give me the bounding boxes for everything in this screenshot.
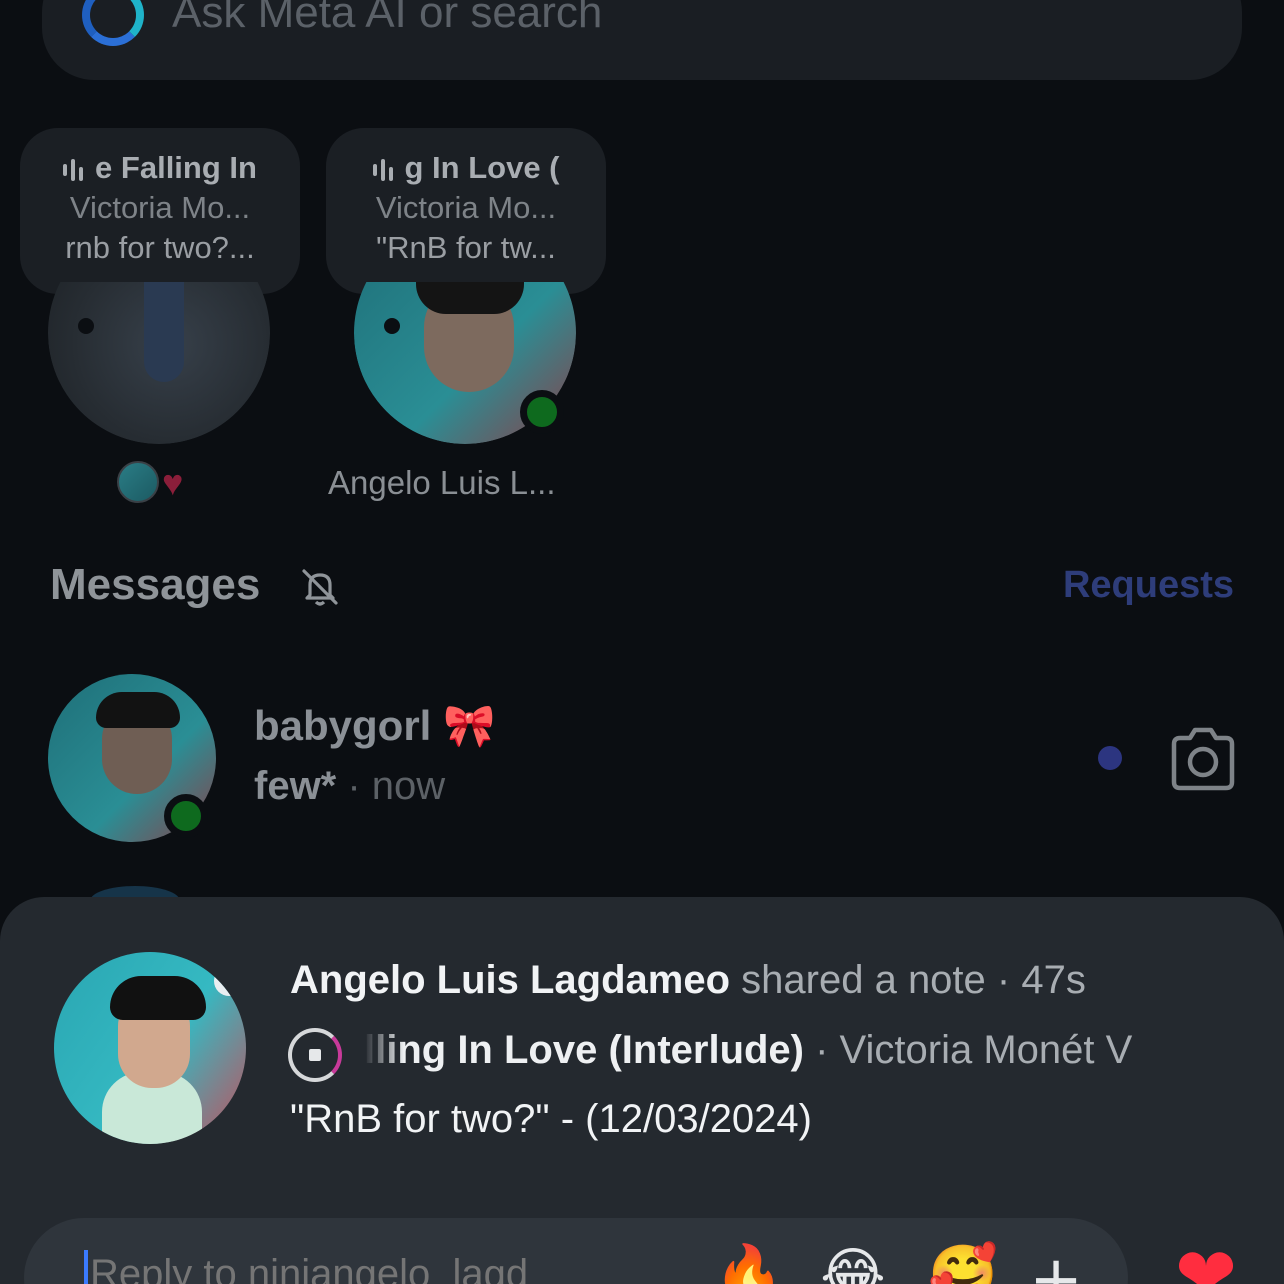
note-bubble-2[interactable]: g In Love ( Victoria Mo... "RnB for tw..… xyxy=(326,128,606,316)
note-song-title: e Falling In xyxy=(95,150,257,185)
online-status-icon xyxy=(520,390,564,434)
song-title: lling In Love (Interlude) xyxy=(364,1028,804,1072)
like-heart-button[interactable]: ❤ xyxy=(1166,1238,1246,1284)
fire-emoji-button[interactable]: 🔥 xyxy=(714,1244,784,1284)
heart-eyes-emoji-button[interactable]: 🥰 xyxy=(928,1244,998,1284)
liked-by-avatar xyxy=(117,461,159,503)
note-header: Angelo Luis Lagdameo shared a note · 47s xyxy=(290,958,1086,1003)
audio-wave-icon xyxy=(63,158,89,181)
thread-preview: few* · now xyxy=(254,764,446,808)
story-avatar-own[interactable] xyxy=(48,282,270,444)
camera-icon[interactable] xyxy=(1166,724,1240,794)
sheet-avatar[interactable] xyxy=(54,952,246,1144)
text-caret xyxy=(84,1250,88,1284)
search-placeholder: Ask Meta AI or search xyxy=(172,0,603,37)
note-song-title: g In Love ( xyxy=(404,150,560,185)
bell-off-icon[interactable] xyxy=(298,565,342,609)
note-text: "RnB for tw... xyxy=(376,230,556,265)
note-artist: Victoria Mo... xyxy=(69,190,251,225)
laughing-emoji-button[interactable]: 😂 xyxy=(818,1244,888,1284)
unread-indicator xyxy=(1098,746,1122,770)
messages-heading: Messages xyxy=(50,560,261,609)
story-label-angelo: Angelo Luis L... xyxy=(328,464,556,501)
avatar-photo xyxy=(144,282,184,382)
music-track-row: lling In Love (Interlude) · Victoria Mon… xyxy=(288,1026,1218,1082)
heart-icon: ♥ xyxy=(162,462,184,503)
note-connector-dot xyxy=(384,318,400,334)
audio-wave-icon xyxy=(372,158,399,181)
song-artist: · Victoria Monét V xyxy=(804,1028,1133,1072)
thread-name[interactable]: babygorl 🎀 xyxy=(254,702,495,751)
note-meta: shared a note · 47s xyxy=(730,958,1086,1002)
inbox-backdrop: Ask Meta AI or search e Falling In Victo… xyxy=(0,0,1284,916)
more-reactions-button[interactable]: + xyxy=(1026,1248,1086,1284)
note-bubble-1[interactable]: e Falling In Victoria Mo... rnb for two?… xyxy=(20,128,300,316)
note-text: rnb for two?... xyxy=(65,230,255,265)
author-name[interactable]: Angelo Luis Lagdameo xyxy=(290,958,730,1002)
stop-playback-button[interactable] xyxy=(288,1028,342,1082)
note-connector-dot xyxy=(78,318,94,334)
note-artist: Victoria Mo... xyxy=(375,190,557,225)
note-body: "RnB for two?" - (12/03/2024) xyxy=(290,1097,812,1141)
online-status-icon xyxy=(164,794,208,838)
track-info: lling In Love (Interlude) · Victoria Mon… xyxy=(364,1028,1132,1073)
stop-icon xyxy=(309,1049,321,1061)
ribbon-emoji: 🎀 xyxy=(443,702,496,749)
reply-input[interactable] xyxy=(90,1252,630,1284)
requests-link[interactable]: Requests xyxy=(1063,564,1234,607)
